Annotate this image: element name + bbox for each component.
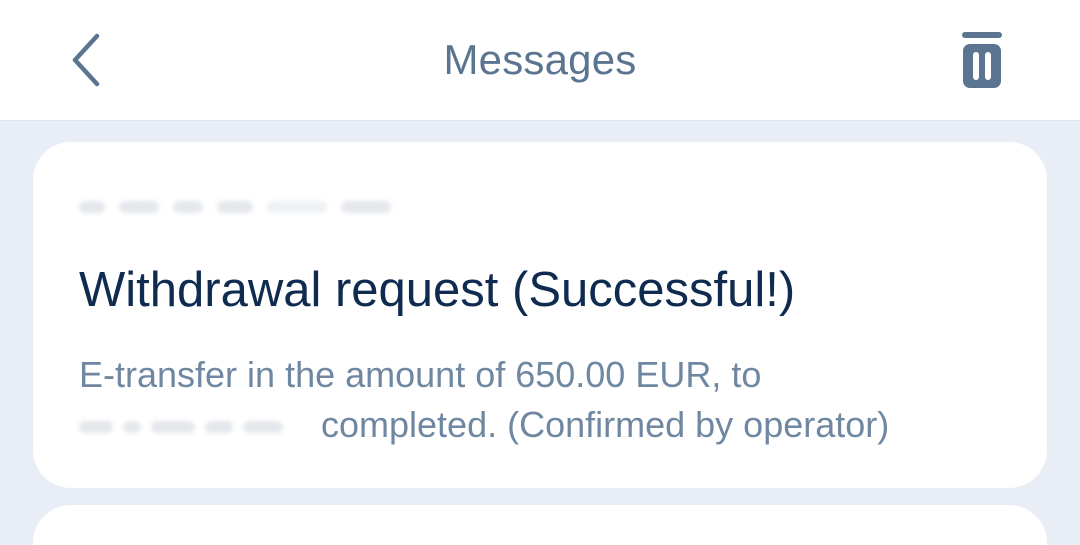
page-title: Messages (443, 36, 637, 83)
redaction-mark (243, 421, 283, 434)
redaction-mark (217, 201, 253, 213)
redaction-mark (205, 421, 233, 434)
message-date-redacted (79, 194, 409, 220)
redaction-mark (267, 201, 327, 213)
top-nav-bar: Messages (0, 0, 1080, 121)
next-message-card[interactable] (33, 505, 1047, 545)
trash-icon (962, 32, 1002, 88)
recipient-redacted (79, 412, 303, 442)
message-body-line-1: E-transfer in the amount of 650.00 EUR, … (79, 354, 762, 395)
redaction-mark (79, 201, 105, 213)
redaction-mark (151, 421, 195, 434)
redaction-mark (341, 201, 391, 213)
delete-button[interactable] (950, 24, 1014, 94)
message-title: Withdrawal request (Successful!) (79, 263, 796, 317)
redaction-mark (173, 201, 203, 213)
redaction-mark (119, 201, 159, 213)
message-body-line-2: completed. (Confirmed by operator) (79, 400, 1019, 450)
message-body-line-2-text: completed. (Confirmed by operator) (321, 404, 890, 445)
redaction-mark (123, 421, 141, 434)
message-card[interactable]: Withdrawal request (Successful!) E-trans… (33, 142, 1047, 488)
redaction-mark (79, 421, 113, 434)
message-body: E-transfer in the amount of 650.00 EUR, … (79, 350, 1019, 450)
